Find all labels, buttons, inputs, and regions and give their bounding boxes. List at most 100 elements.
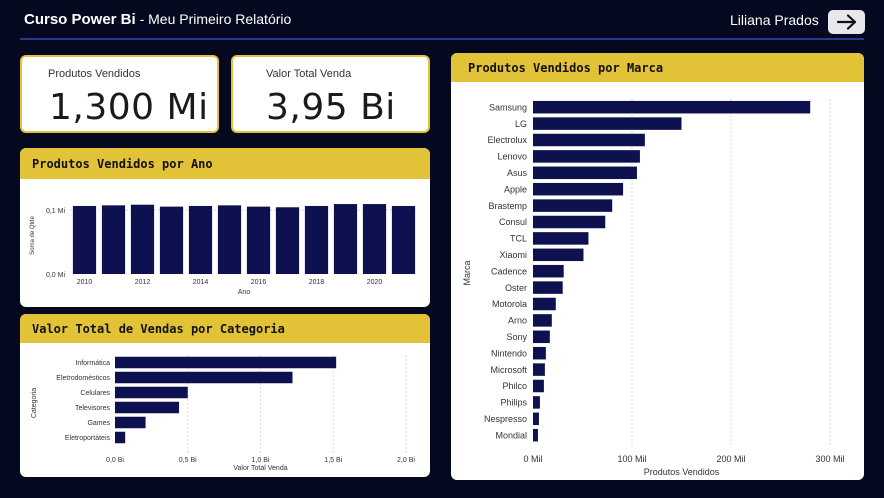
bar-2017: [275, 207, 300, 274]
category-label: Apple: [504, 184, 527, 194]
category-label: Asus: [507, 168, 528, 178]
panel-vendas-por-categoria[interactable]: Valor Total de Vendas por Categoria 0,0 …: [20, 314, 430, 477]
panel-produtos-por-ano[interactable]: Produtos Vendidos por Ano 0,0 Mi 0,1 Mi 20…: [20, 148, 430, 307]
bar-2018: [304, 205, 329, 274]
bar-Philips: [533, 396, 540, 409]
category-label: Xiaomi: [499, 250, 527, 260]
x-tick-label: 2016: [251, 279, 267, 286]
bar-Mondial: [533, 428, 538, 442]
x-tick-label: 100 Mil: [617, 454, 646, 464]
bar-Eletroportáteis: [115, 431, 126, 444]
report-subtitle: - Meu Primeiro Relatório: [135, 11, 292, 27]
bar-Philco: [533, 379, 544, 393]
bar-Apple: [533, 182, 624, 196]
kpi-label: Produtos Vendidos: [48, 68, 141, 80]
category-label: Lenovo: [497, 152, 527, 162]
bar-2015: [217, 205, 242, 274]
kpi-value: 1,300 Mi: [49, 87, 209, 128]
bar-Motorola: [533, 297, 556, 311]
bar-Consul: [533, 215, 606, 229]
report-title: Curso Power Bi - Meu Primeiro Relatório: [24, 11, 291, 28]
bar-Nespresso: [533, 412, 539, 426]
category-label: Samsung: [489, 102, 527, 112]
x-tick-label: 2018: [309, 279, 325, 286]
category-label: Nespresso: [484, 414, 527, 424]
x-axis-title: Produtos Vendidos: [644, 467, 720, 477]
kpi-label: Valor Total Venda: [266, 68, 352, 80]
x-tick-label: 0 Mil: [523, 454, 542, 464]
bar-Sony: [533, 330, 550, 344]
y-axis-title: Soma de Qtde: [30, 215, 36, 254]
category-label: Televisores: [75, 405, 111, 412]
bar-2010: [72, 205, 97, 274]
bar-2012: [130, 204, 155, 274]
bar-Arno: [533, 314, 552, 327]
category-label: Philips: [500, 398, 527, 408]
category-label: Microsoft: [490, 365, 527, 375]
x-tick-label: 2,0 Bi: [397, 457, 415, 464]
category-label: Eletroportáteis: [65, 435, 111, 442]
bar-2016: [246, 206, 271, 274]
bar-Samsung: [533, 100, 811, 114]
category-label: Games: [87, 420, 110, 427]
bar-Games: [115, 416, 146, 429]
bar-Cadence: [533, 264, 564, 278]
y-tick-label: 0,1 Mi: [46, 208, 66, 215]
next-page-button[interactable]: [828, 10, 865, 34]
kpi-card-produtos-vendidos[interactable]: Produtos Vendidos 1,300 Mi: [20, 55, 219, 133]
category-label: TCL: [510, 234, 527, 244]
category-label: Philco: [502, 381, 527, 391]
arrow-right-icon: [836, 14, 856, 30]
bar-Informática: [115, 356, 337, 369]
bar-Lenovo: [533, 150, 640, 163]
user-name: Liliana Prados: [730, 12, 819, 28]
x-tick-label: 2010: [77, 279, 93, 286]
bar-2011: [101, 205, 126, 274]
category-label: Motorola: [492, 299, 527, 309]
kpi-card-valor-total-venda[interactable]: Valor Total Venda 3,95 Bi: [231, 55, 430, 133]
x-axis-title: Valor Total Venda: [233, 465, 287, 472]
category-label: Electrolux: [487, 135, 527, 145]
panel-title: Produtos Vendidos por Ano: [20, 148, 430, 179]
header-divider: [20, 38, 864, 40]
bar-2014: [188, 205, 213, 274]
category-label: Eletrodomésticos: [56, 375, 110, 382]
chart-produtos-por-marca[interactable]: 0 Mil 100 Mil 200 Mil 300 Mil Samsung LG Elect…: [451, 82, 864, 480]
category-label: Arno: [508, 316, 527, 326]
bar-Televisores: [115, 401, 180, 414]
bar-Asus: [533, 166, 637, 180]
x-axis-title: Ano: [238, 289, 251, 296]
bar-Microsoft: [533, 363, 545, 376]
bar-LG: [533, 117, 682, 130]
panel-title: Valor Total de Vendas por Categoria: [20, 314, 430, 343]
x-tick-label: 0,0 Bi: [106, 457, 124, 464]
chart-produtos-por-ano[interactable]: 0,0 Mi 0,1 Mi 2010 2012 2014 2016 2018 2020 Ano S…: [20, 179, 430, 307]
bar-2019: [333, 204, 358, 274]
y-axis-title: Categoria: [31, 388, 38, 418]
category-label: LG: [515, 119, 527, 129]
x-tick-label: 200 Mil: [716, 454, 745, 464]
x-tick-label: 2014: [193, 279, 209, 286]
category-label: Celulares: [80, 390, 110, 397]
x-tick-label: 300 Mil: [815, 454, 844, 464]
x-tick-label: 1,5 Bi: [324, 457, 342, 464]
category-label: Cadence: [491, 266, 527, 276]
category-label: Consul: [499, 217, 527, 227]
bar-Xiaomi: [533, 248, 584, 262]
y-axis-title: Marca: [462, 260, 472, 285]
x-tick-label: 0,5 Bi: [179, 457, 197, 464]
panel-title: Produtos Vendidos por Marca: [451, 53, 864, 82]
bar-Brastemp: [533, 199, 613, 212]
panel-produtos-por-marca[interactable]: Produtos Vendidos por Marca 0 Mil 100 Mil…: [451, 53, 864, 480]
bar-2020: [362, 204, 387, 274]
category-label: Sony: [506, 332, 527, 342]
bar-Nintendo: [533, 346, 546, 360]
kpi-value: 3,95 Bi: [266, 87, 396, 128]
y-tick-label: 0,0 Mi: [46, 272, 66, 279]
bar-Eletrodomésticos: [115, 371, 293, 384]
chart-vendas-por-categoria[interactable]: 0,0 Bi 0,5 Bi 1,0 Bi 1,5 Bi 2,0 Bi Informátic…: [20, 343, 430, 477]
bar-2013: [159, 206, 184, 274]
category-label: Informática: [75, 360, 110, 367]
header-bar: Curso Power Bi - Meu Primeiro Relatório …: [0, 0, 884, 40]
bar-TCL: [533, 232, 589, 245]
